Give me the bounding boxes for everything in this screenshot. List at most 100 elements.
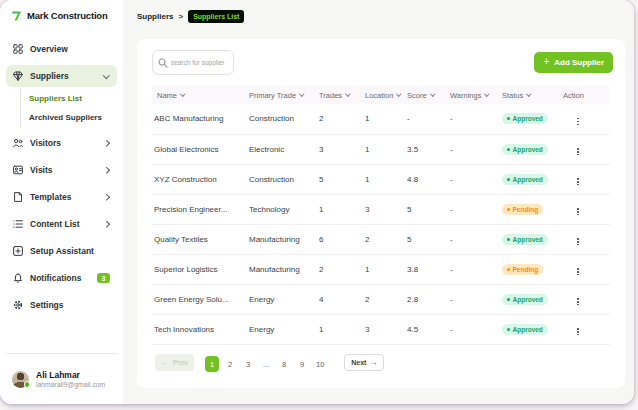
search-input[interactable]: [171, 59, 228, 66]
status-badge: Approved: [502, 174, 548, 185]
bell-icon: [13, 273, 23, 283]
id-card-icon: [13, 165, 23, 175]
cell-primary-trade: Technology: [249, 194, 319, 224]
table-row: ABC ManufacturingConstruction21--Approve…: [152, 104, 610, 134]
page-button-3[interactable]: 3: [241, 356, 255, 372]
kebab-menu-icon[interactable]: [571, 268, 585, 275]
sidebar-item-setup-assistant[interactable]: Setup Assistant: [6, 240, 117, 262]
breadcrumb-parent[interactable]: Suppliers: [137, 12, 173, 21]
cell-trades: 2: [319, 104, 365, 134]
plus-icon: +: [543, 57, 549, 67]
kebab-menu-icon[interactable]: [571, 118, 585, 125]
cell-trades: 1: [319, 194, 365, 224]
cell-score: 5: [407, 224, 450, 254]
sidebar: Mark Construction OverviewSuppliersSuppl…: [0, 0, 123, 404]
table-row: Quality TextilesManufacturing625-Approve…: [152, 224, 610, 254]
cell-location: 1: [365, 254, 407, 284]
cell-location: 2: [365, 224, 407, 254]
cell-score: 5: [407, 194, 450, 224]
prev-page-button[interactable]: ← Prev: [155, 354, 194, 371]
user-card[interactable]: Ali Lahmar lahmarali9@gmail.com: [6, 353, 117, 404]
column-header-trades[interactable]: Trades: [319, 86, 365, 104]
cell-action: [563, 284, 610, 314]
page-button-8[interactable]: 8: [277, 356, 291, 372]
sidebar-item-notifications[interactable]: Notifications3: [6, 267, 117, 289]
sidebar-subitem-archived-suppliers[interactable]: Archived Suppliers: [29, 108, 123, 127]
next-page-button[interactable]: Next →: [344, 354, 384, 371]
cell-action: [563, 164, 610, 194]
sort-chevron-icon: [485, 92, 490, 97]
cell-name: Superior Logistics: [152, 254, 249, 284]
sort-chevron-icon: [397, 92, 402, 97]
cell-primary-trade: Electronic: [249, 134, 319, 164]
main-content: Suppliers > Suppliers List + Add Supplie…: [123, 0, 634, 404]
page-button-9[interactable]: 9: [295, 356, 309, 372]
cell-primary-trade: Manufacturing: [249, 254, 319, 284]
status-badge: Approved: [502, 144, 548, 155]
status-dot-icon: [507, 117, 510, 120]
cell-action: [563, 224, 610, 254]
sidebar-item-suppliers[interactable]: Suppliers: [6, 65, 117, 87]
cell-primary-trade: Energy: [249, 314, 319, 344]
sort-chevron-icon: [180, 92, 185, 97]
gear-icon: [13, 300, 23, 310]
table-row: Green Energy Solu...Energy422.8-Approved: [152, 284, 610, 314]
sidebar-subitem-suppliers-list[interactable]: Suppliers List: [29, 89, 123, 108]
status-dot-icon: [507, 208, 510, 211]
chevron-right-icon: [103, 167, 109, 173]
cell-name: ABC Manufacturing: [152, 104, 249, 134]
cell-action: [563, 104, 610, 134]
app-window: Mark Construction OverviewSuppliersSuppl…: [0, 0, 634, 404]
breadcrumb-current: Suppliers List: [188, 10, 244, 23]
status-dot-icon: [507, 148, 510, 151]
cell-primary-trade: Manufacturing: [249, 224, 319, 254]
kebab-menu-icon[interactable]: [571, 328, 585, 335]
arrow-right-icon: →: [369, 358, 377, 367]
cell-status: Approved: [502, 284, 563, 314]
cell-score: 4.5: [407, 314, 450, 344]
page-button-2[interactable]: 2: [223, 356, 237, 372]
cell-location: 3: [365, 194, 407, 224]
cell-warnings: -: [450, 224, 502, 254]
cell-name: Tech Innovations: [152, 314, 249, 344]
chevron-right-icon: [103, 140, 109, 146]
sidebar-item-visits[interactable]: Visits: [6, 159, 117, 181]
people-icon: [13, 138, 23, 148]
cell-score: 3.8: [407, 254, 450, 284]
column-header-primary-trade[interactable]: Primary Trade: [249, 86, 319, 104]
search-box[interactable]: [152, 50, 234, 75]
cell-trades: 3: [319, 134, 365, 164]
page-button-10[interactable]: 10: [313, 356, 327, 372]
cell-primary-trade: Construction: [249, 104, 319, 134]
column-header-location[interactable]: Location: [365, 86, 407, 104]
sidebar-item-visitors[interactable]: Visitors: [6, 132, 117, 154]
grid-icon: [13, 44, 23, 54]
status-dot-icon: [507, 298, 510, 301]
table-row: Global ElectronicsElectronic313.5-Approv…: [152, 134, 610, 164]
pagination: ← Prev 123...8910 Next →: [137, 345, 625, 380]
sidebar-item-templates[interactable]: Templates: [6, 186, 117, 208]
kebab-menu-icon[interactable]: [571, 148, 585, 155]
kebab-menu-icon[interactable]: [571, 238, 585, 245]
cell-status: Pending: [502, 254, 563, 284]
column-header-status[interactable]: Status: [502, 86, 563, 104]
cell-trades: 1: [319, 314, 365, 344]
sidebar-nav: Overview Suppliers Suppliers ListArchived …: [0, 33, 123, 353]
chevron-right-icon: [103, 221, 109, 227]
sidebar-item-settings[interactable]: Settings: [6, 294, 117, 316]
page-button-1[interactable]: 1: [205, 356, 219, 372]
cell-name: Green Energy Solu...: [152, 284, 249, 314]
kebab-menu-icon[interactable]: [571, 208, 585, 215]
add-supplier-button[interactable]: + Add Supplier: [534, 52, 613, 73]
kebab-menu-icon[interactable]: [571, 298, 585, 305]
column-header-score[interactable]: Score: [407, 86, 450, 104]
sidebar-item-content-list[interactable]: Content List: [6, 213, 117, 235]
status-badge: Approved: [502, 324, 548, 335]
kebab-menu-icon[interactable]: [571, 178, 585, 185]
sidebar-item-overview[interactable]: Overview: [6, 38, 117, 60]
cell-primary-trade: Energy: [249, 284, 319, 314]
column-header-warnings[interactable]: Warnings: [450, 86, 502, 104]
list-icon: [13, 219, 23, 229]
column-header-name[interactable]: Name: [152, 86, 249, 104]
cell-status: Approved: [502, 164, 563, 194]
